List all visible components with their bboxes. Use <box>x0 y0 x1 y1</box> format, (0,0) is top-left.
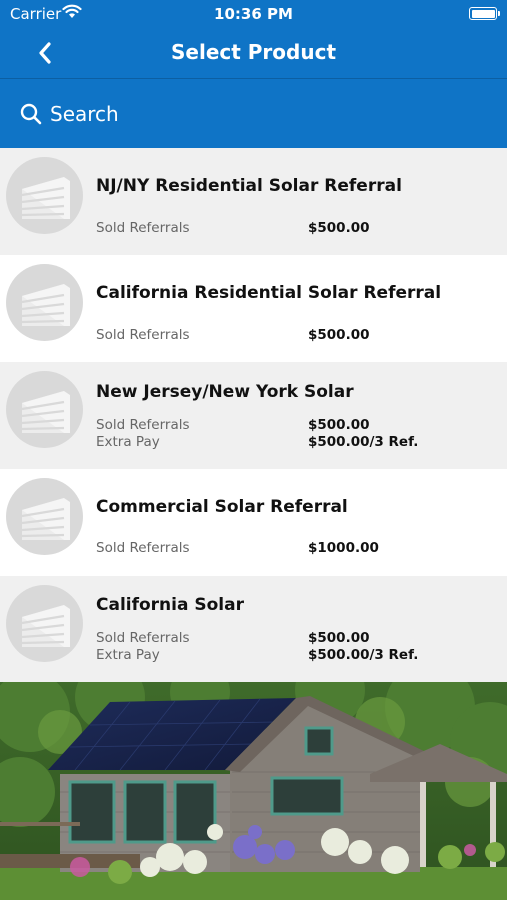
battery-icon <box>469 7 500 20</box>
building-icon <box>6 478 83 555</box>
page-title: Select Product <box>171 40 336 64</box>
search-icon <box>20 103 42 124</box>
status-bar: Carrier 10:36 PM <box>0 0 507 28</box>
product-row[interactable]: California Residential Solar Referral So… <box>0 255 507 362</box>
extra-pay-value: $500.00/3 Ref. <box>308 434 419 450</box>
product-name: Commercial Solar Referral <box>96 497 348 517</box>
product-name: California Residential Solar Referral <box>96 283 442 303</box>
product-row[interactable]: California Solar Sold Referrals $500.00 … <box>0 576 507 683</box>
sold-referrals-value: $500.00 <box>308 630 370 646</box>
product-row[interactable]: Commercial Solar Referral Sold Referrals… <box>0 469 507 576</box>
product-row[interactable]: NJ/NY Residential Solar Referral Sold Re… <box>0 148 507 255</box>
extra-pay-label: Extra Pay <box>96 434 160 450</box>
sold-referrals-label: Sold Referrals <box>96 417 190 433</box>
product-list: NJ/NY Residential Solar Referral Sold Re… <box>0 148 507 683</box>
sold-referrals-value: $1000.00 <box>308 540 379 556</box>
house-solar-photo <box>0 682 507 900</box>
product-name: New Jersey/New York Solar <box>96 382 354 402</box>
building-icon <box>6 157 83 234</box>
nav-bar: Select Product <box>0 28 507 78</box>
sold-referrals-label: Sold Referrals <box>96 540 190 556</box>
clock: 10:36 PM <box>214 5 293 23</box>
extra-pay-label: Extra Pay <box>96 647 160 663</box>
building-icon <box>6 371 83 448</box>
sold-referrals-value: $500.00 <box>308 417 370 433</box>
search-placeholder: Search <box>50 101 119 126</box>
sold-referrals-label: Sold Referrals <box>96 220 190 236</box>
search-bar[interactable]: Search <box>0 79 507 148</box>
sold-referrals-value: $500.00 <box>308 220 370 236</box>
product-row[interactable]: New Jersey/New York Solar Sold Referrals… <box>0 362 507 469</box>
sold-referrals-label: Sold Referrals <box>96 630 190 646</box>
product-name: NJ/NY Residential Solar Referral <box>96 176 402 196</box>
product-name: California Solar <box>96 595 244 615</box>
building-icon <box>6 585 83 662</box>
app-header: Carrier 10:36 PM Select Product Search <box>0 0 507 148</box>
extra-pay-value: $500.00/3 Ref. <box>308 647 419 663</box>
building-icon <box>6 264 83 341</box>
sold-referrals-label: Sold Referrals <box>96 327 190 343</box>
sold-referrals-value: $500.00 <box>308 327 370 343</box>
